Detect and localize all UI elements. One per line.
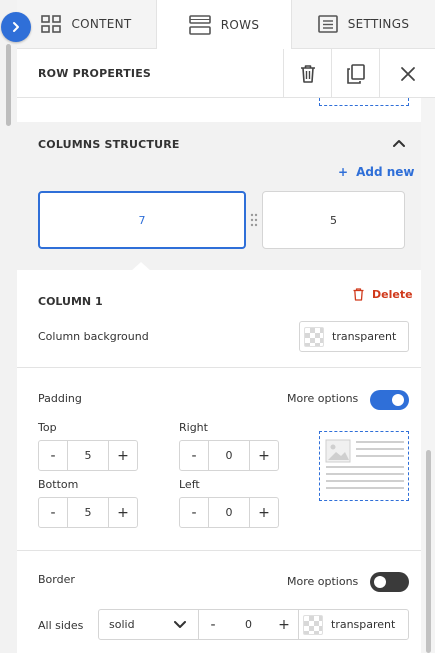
padding-left-stepper: - 0 +: [179, 497, 279, 528]
padding-left-label: Left: [179, 478, 200, 491]
preview-peek: [319, 98, 409, 106]
delete-column-button[interactable]: Delete: [353, 288, 413, 301]
padding-top-label: Top: [38, 421, 57, 434]
delete-row-button[interactable]: [283, 49, 331, 98]
padding-right-stepper: - 0 +: [179, 440, 279, 471]
padding-top-increment[interactable]: +: [109, 441, 137, 470]
column-2-size: 5: [330, 213, 337, 227]
padding-right-label: Right: [179, 421, 208, 434]
padding-top-stepper: - 5 +: [38, 440, 138, 471]
columns-structure-section: COLUMNS STRUCTURE + Add new 7 5: [17, 122, 421, 270]
grid-icon: [41, 15, 62, 33]
tab-rows[interactable]: ROWS: [156, 0, 292, 50]
tab-settings-label: SETTINGS: [347, 17, 410, 31]
column-background-value: transparent: [332, 330, 397, 343]
drag-handle-icon[interactable]: [249, 212, 259, 228]
border-color-picker[interactable]: transparent: [299, 610, 408, 639]
column-1-title: COLUMN 1: [38, 295, 103, 308]
left-gutter: [0, 0, 17, 653]
transparent-swatch: [304, 326, 324, 347]
border-more-options-label: More options: [287, 575, 359, 588]
padding-right-decrement[interactable]: -: [180, 441, 208, 470]
border-style-value: solid: [109, 618, 135, 631]
border-width-stepper: - 0 +: [199, 610, 299, 639]
chevron-down-icon: [174, 620, 186, 628]
settings-icon: [317, 15, 338, 33]
close-icon: [400, 66, 415, 81]
padding-right-increment[interactable]: +: [250, 441, 278, 470]
padding-left-decrement[interactable]: -: [180, 498, 208, 527]
column-1-section: COLUMN 1 Delete Column background transp…: [17, 270, 421, 368]
padding-top-decrement[interactable]: -: [39, 441, 67, 470]
tab-bar: CONTENT ROWS SETTINGS: [17, 0, 435, 50]
column-background-picker[interactable]: transparent: [299, 321, 409, 352]
chevron-up-icon[interactable]: [393, 138, 405, 148]
delete-column-label: Delete: [372, 288, 413, 301]
properties-panel: CONTENT ROWS SETTINGS ROW PROPERTIES COL…: [17, 0, 435, 653]
border-section: Border More options All sides solid - 0 …: [17, 552, 421, 653]
left-scrollbar-thumb[interactable]: [6, 44, 11, 126]
column-1-box[interactable]: 7: [38, 191, 246, 249]
border-label: Border: [38, 573, 75, 586]
padding-bottom-label: Bottom: [38, 478, 79, 491]
panel-scrollbar[interactable]: [421, 98, 435, 653]
row-properties-header: ROW PROPERTIES: [17, 49, 435, 98]
padding-preview: [319, 431, 409, 501]
collapse-panel-button[interactable]: [1, 12, 31, 42]
column-1-size: 7: [138, 213, 146, 227]
border-all-sides-controls: solid - 0 + transparent: [98, 609, 409, 640]
trash-icon: [353, 288, 364, 301]
tab-content[interactable]: CONTENT: [17, 0, 156, 48]
close-panel-button[interactable]: [379, 49, 435, 98]
border-width-value[interactable]: 0: [227, 610, 270, 639]
rows-icon: [188, 15, 211, 35]
toggle-knob: [392, 394, 404, 406]
border-width-decrement[interactable]: -: [199, 610, 227, 639]
border-color-value: transparent: [331, 618, 396, 631]
duplicate-icon: [346, 63, 365, 84]
padding-section: Padding More options Top - 5 + Right - 0…: [17, 369, 421, 551]
padding-right-value[interactable]: 0: [208, 441, 250, 470]
padding-more-options-label: More options: [287, 392, 359, 405]
border-more-options-toggle[interactable]: [370, 572, 409, 592]
duplicate-row-button[interactable]: [331, 49, 379, 98]
row-properties-title: ROW PROPERTIES: [38, 67, 152, 80]
image-placeholder-icon: [325, 439, 404, 489]
padding-bottom-decrement[interactable]: -: [39, 498, 67, 527]
padding-label: Padding: [38, 392, 82, 405]
padding-more-options-toggle[interactable]: [370, 390, 409, 410]
toggle-knob: [374, 576, 386, 588]
padding-bottom-value[interactable]: 5: [67, 498, 109, 527]
padding-left-increment[interactable]: +: [250, 498, 278, 527]
border-style-select[interactable]: solid: [99, 610, 199, 639]
all-sides-label: All sides: [38, 619, 84, 632]
plus-icon: +: [338, 165, 349, 179]
transparent-swatch: [303, 614, 323, 635]
columns-structure-title: COLUMNS STRUCTURE: [38, 138, 180, 151]
chevron-right-icon: [13, 22, 19, 32]
add-new-column-button[interactable]: + Add new: [338, 165, 414, 179]
border-width-increment[interactable]: +: [270, 610, 298, 639]
tab-content-label: CONTENT: [71, 17, 132, 31]
padding-left-value[interactable]: 0: [208, 498, 250, 527]
column-background-label: Column background: [38, 330, 149, 343]
padding-bottom-stepper: - 5 +: [38, 497, 138, 528]
tab-settings[interactable]: SETTINGS: [292, 0, 435, 48]
trash-icon: [300, 64, 315, 83]
padding-bottom-increment[interactable]: +: [109, 498, 137, 527]
tab-rows-label: ROWS: [220, 18, 260, 32]
column-2-box[interactable]: 5: [262, 191, 405, 249]
add-new-label: Add new: [356, 165, 415, 179]
padding-top-value[interactable]: 5: [67, 441, 109, 470]
panel-scrollbar-thumb[interactable]: [426, 450, 431, 653]
